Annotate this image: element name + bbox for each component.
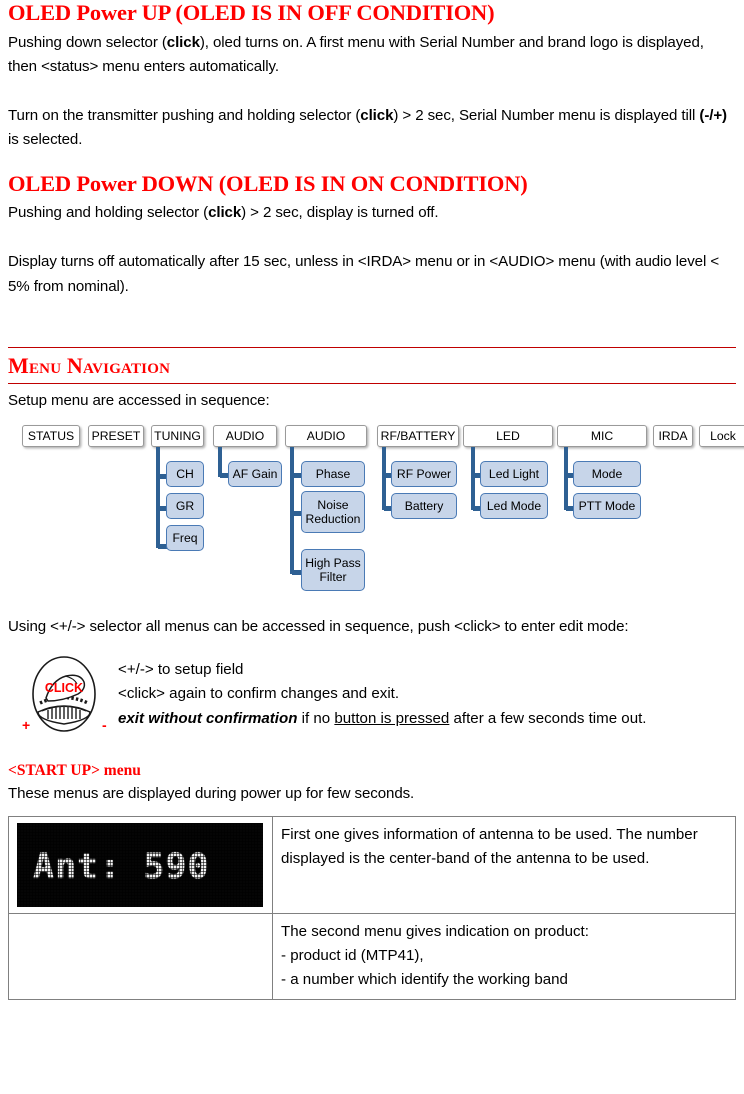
legend-emphasis: exit without confirmation (118, 709, 298, 727)
paragraph-start-up-intro: These menus are displayed during power u… (8, 784, 415, 802)
connector-trunk-mic (564, 447, 569, 511)
menu-box-lock[interactable]: Lock (699, 425, 744, 448)
paragraph-menu-intro: Setup menu are accessed in sequence: (8, 391, 270, 409)
text-bold-click: click (208, 204, 242, 222)
oled-display-text: Ant: 590 (33, 847, 210, 888)
text-run: Pushing and holding selector ( (8, 204, 209, 222)
legend-line-1: <+/-> to setup field (118, 660, 244, 678)
text-bold-minus-plus: (-/+) (699, 106, 727, 124)
connector-trunk-tuning (156, 447, 161, 549)
menu-subbox-led-mode[interactable]: Led Mode (480, 493, 548, 520)
text-run: is selected. (8, 131, 83, 149)
paragraph-menu-outro: Using <+/-> selector all menus can be ac… (8, 618, 629, 636)
legend-line-3: exit without confirmation if no button i… (118, 707, 744, 731)
description-line: The second menu gives indication on prod… (281, 923, 589, 941)
menu-box-mic[interactable]: MIC (557, 425, 647, 448)
svg-text:CLICK: CLICK (45, 681, 83, 695)
legend-line-2: <click> again to confirm changes and exi… (118, 685, 400, 703)
click-selector-icon: CLICK + - (22, 656, 107, 732)
menu-subbox-mode[interactable]: Mode (573, 461, 641, 488)
menu-box-preset[interactable]: PRESET (88, 425, 144, 448)
heading-start-up: <START UP> menu (8, 761, 141, 779)
paragraph-power-down-1: Pushing and holding selector (click) > 2… (8, 201, 736, 226)
heading-power-down: OLED Power DOWN (OLED IS IN ON CONDITION… (8, 170, 528, 196)
table-row: Ant: 590 First one gives information of … (8, 816, 736, 915)
menu-box-led[interactable]: LED (463, 425, 553, 448)
table-row: The second menu gives indication on prod… (8, 913, 736, 1000)
description-line: - a number which identify the working ba… (281, 971, 568, 989)
table-cell-description: The second menu gives indication on prod… (272, 913, 736, 1000)
connector-trunk-led (471, 447, 476, 511)
menu-subbox-high-pass-filter[interactable]: High Pass Filter (301, 549, 365, 592)
oled-screenshot-cell: Ant: 590 (8, 816, 273, 915)
text-run: ) > 2 sec, display is turned off. (241, 204, 439, 222)
start-up-menu-table: Ant: 590 First one gives information of … (8, 816, 736, 1000)
text-bold-click: click (360, 106, 394, 124)
text-run: Pushing down selector ( (8, 33, 167, 51)
oled-screenshot-cell-empty (8, 913, 273, 1000)
divider-below-menu-navigation (8, 382, 736, 384)
menu-subbox-led-light[interactable]: Led Light (480, 461, 548, 488)
divider-above-menu-navigation (8, 347, 736, 349)
text-run: after a few seconds time out. (449, 709, 647, 727)
menu-subbox-ch[interactable]: CH (166, 461, 204, 488)
menu-box-irda[interactable]: IRDA (653, 425, 693, 448)
menu-box-rf-battery[interactable]: RF/BATTERY (377, 425, 459, 448)
svg-text:-: - (102, 717, 107, 732)
connector-trunk-rf-battery (382, 447, 387, 511)
paragraph-power-up-1: Pushing down selector (click), oled turn… (8, 31, 736, 80)
menu-box-status[interactable]: STATUS (22, 425, 80, 448)
document-page: OLED Power UP (OLED IS IN OFF CONDITION)… (0, 0, 744, 1094)
menu-box-tuning[interactable]: TUNING (151, 425, 204, 448)
menu-subbox-af-gain[interactable]: AF Gain (228, 461, 282, 488)
menu-navigation-diagram: STATUS PRESET TUNING CH GR Freq AUDIO AF… (8, 423, 744, 618)
menu-subbox-freq[interactable]: Freq (166, 525, 204, 552)
text-run: ) > 2 sec, Serial Number menu is display… (393, 106, 700, 124)
paragraph-power-up-2: Turn on the transmitter pushing and hold… (8, 104, 736, 153)
text-bold-click: click (166, 33, 200, 51)
menu-box-audio-2[interactable]: AUDIO (285, 425, 367, 448)
heading-menu-navigation: Menu Navigation (8, 353, 171, 379)
menu-subbox-battery[interactable]: Battery (391, 493, 457, 520)
text-run: Turn on the transmitter pushing and hold… (8, 106, 361, 124)
click-selector-block: CLICK + - <+/-> to setup field <click> a… (8, 654, 736, 736)
menu-subbox-gr[interactable]: GR (166, 493, 204, 520)
paragraph-power-down-2: Display turns off automatically after 15… (8, 253, 720, 295)
description-line: - product id (MTP41), (281, 947, 424, 965)
menu-subbox-noise-reduction[interactable]: Noise Reduction (301, 491, 365, 534)
svg-text:+: + (22, 717, 30, 732)
table-cell-description: First one gives information of antenna t… (272, 816, 736, 915)
menu-subbox-rf-power[interactable]: RF Power (391, 461, 457, 488)
heading-power-up: OLED Power UP (OLED IS IN OFF CONDITION) (8, 0, 495, 25)
legend-underlined: button is pressed (334, 709, 450, 727)
menu-box-audio-1[interactable]: AUDIO (213, 425, 277, 448)
text-run: if no (297, 709, 335, 727)
menu-subbox-phase[interactable]: Phase (301, 461, 365, 488)
click-selector-legend: <+/-> to setup field <click> again to co… (118, 658, 744, 731)
menu-subbox-ptt-mode[interactable]: PTT Mode (573, 493, 641, 520)
oled-display-ant: Ant: 590 (17, 823, 263, 908)
